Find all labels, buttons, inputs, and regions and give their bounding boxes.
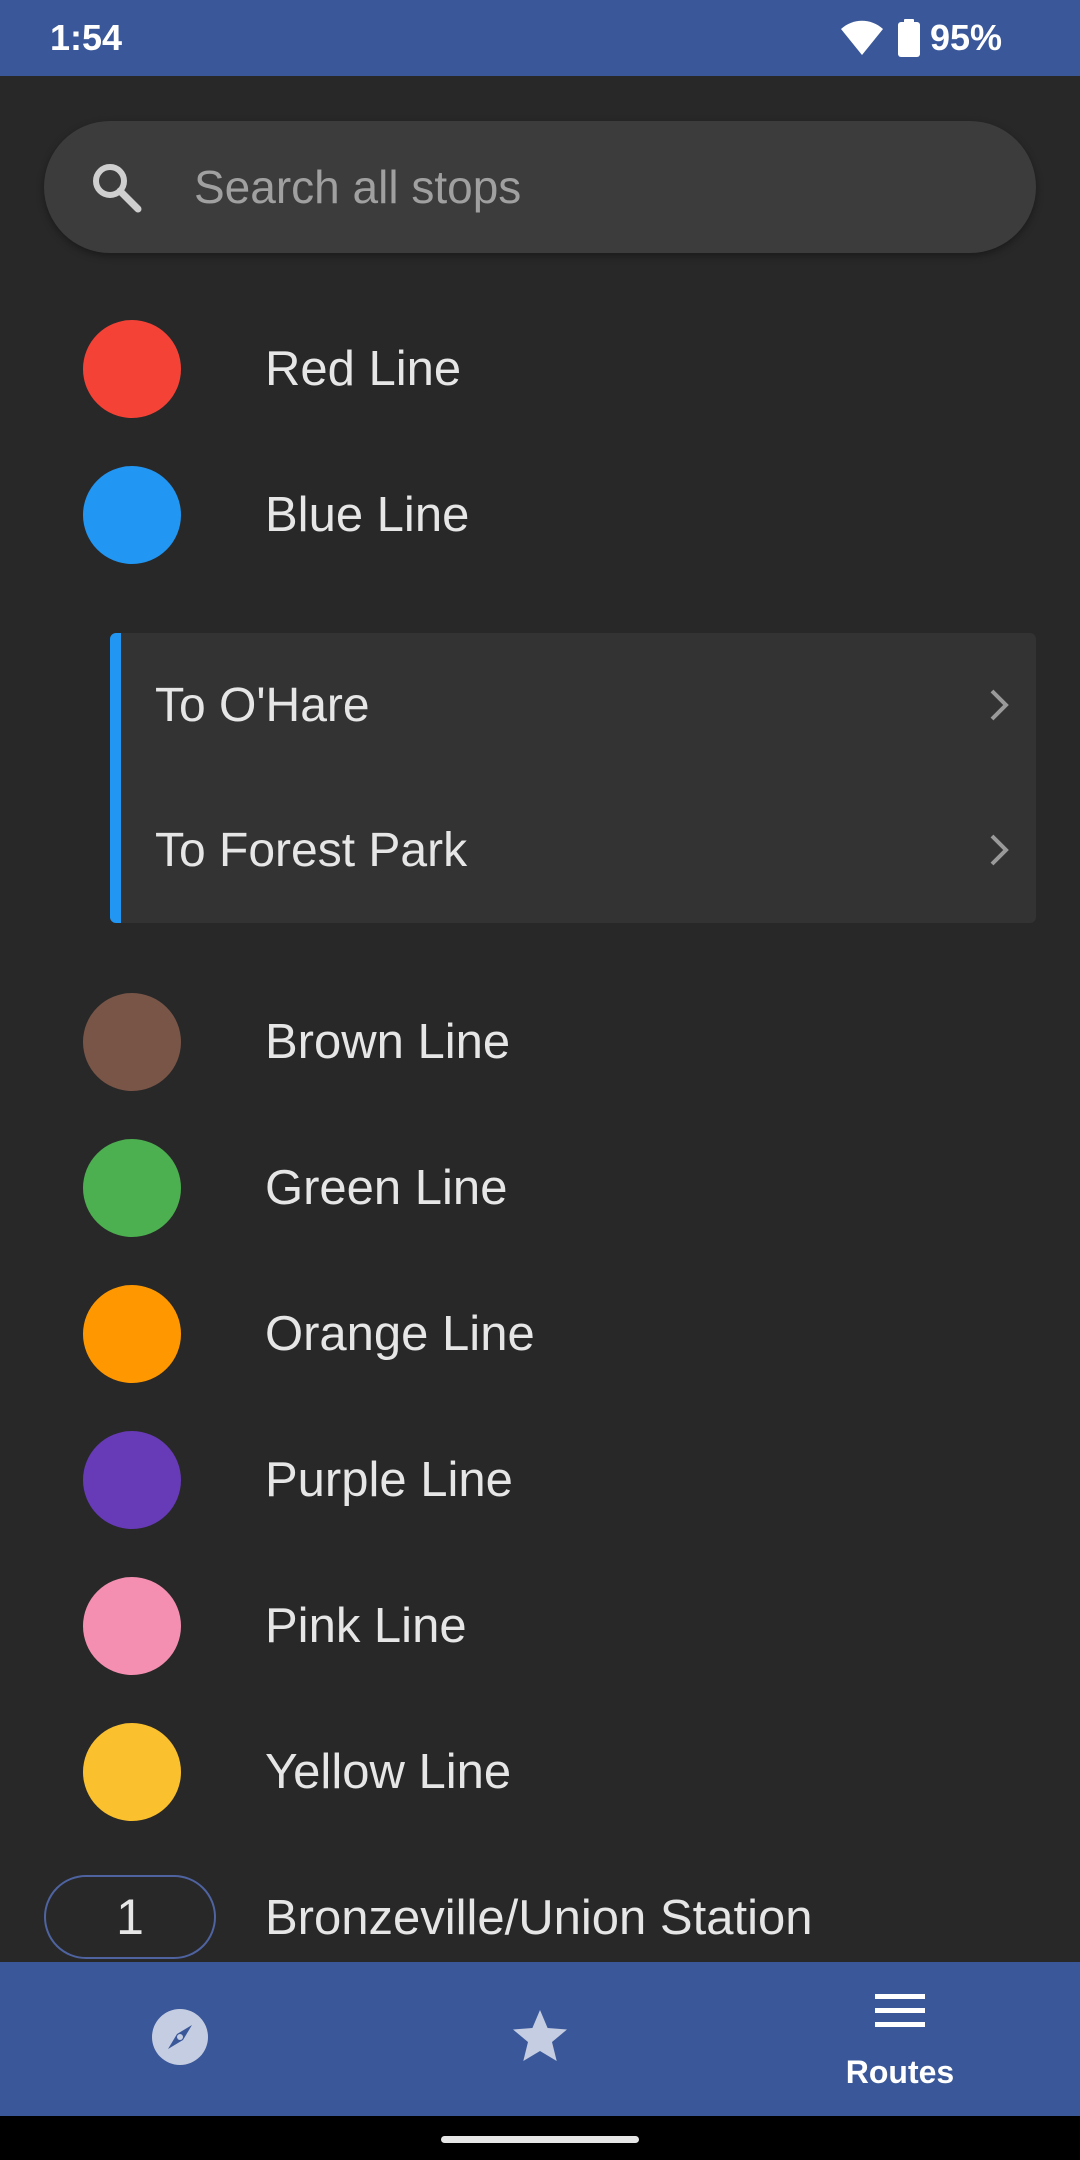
wifi-icon [840, 20, 884, 56]
route-item-red-line[interactable]: Red Line [0, 296, 1080, 442]
battery-percent: 95% [929, 17, 1002, 58]
route-item-bronzeville-union-station[interactable]: 1 Bronzeville/Union Station [0, 1845, 1080, 1962]
route-color-dot [83, 993, 181, 1091]
route-color-dot [83, 1285, 181, 1383]
route-label: Orange Line [265, 1307, 535, 1361]
route-item-purple-line[interactable]: Purple Line [0, 1407, 1080, 1553]
bottom-navigation: Routes [0, 1962, 1080, 2116]
route-number-badge: 1 [44, 1875, 216, 1959]
route-color-dot [83, 1577, 181, 1675]
route-item-brown-line[interactable]: Brown Line [0, 969, 1080, 1115]
routes-list[interactable]: Red Line Blue Line To O'Hare To Forest P… [0, 76, 1080, 1962]
route-label: Blue Line [265, 488, 470, 542]
route-color-dot [83, 320, 181, 418]
chevron-right-icon [978, 830, 1018, 870]
chevron-right-icon [978, 685, 1018, 725]
route-color-dot [83, 1139, 181, 1237]
status-bar: 1:54 95% [0, 0, 1080, 76]
route-label: Red Line [265, 342, 462, 396]
route-label: Yellow Line [265, 1745, 512, 1799]
route-color-dot [83, 1431, 181, 1529]
system-gesture-bar [0, 2116, 1080, 2160]
route-label: Brown Line [265, 1015, 511, 1069]
search-bar[interactable] [44, 121, 1036, 253]
direction-label: To O'Hare [155, 679, 370, 732]
nav-item-routes[interactable]: Routes [720, 1962, 1080, 2116]
route-label: Pink Line [265, 1599, 467, 1653]
home-gesture-handle[interactable] [441, 2136, 639, 2143]
route-item-yellow-line[interactable]: Yellow Line [0, 1699, 1080, 1845]
route-item-green-line[interactable]: Green Line [0, 1115, 1080, 1261]
search-input[interactable] [194, 121, 994, 253]
search-icon [88, 159, 144, 215]
route-label: Bronzeville/Union Station [265, 1891, 813, 1945]
route-item-blue-line[interactable]: Blue Line [0, 442, 1080, 588]
status-icons: 95% [840, 14, 1002, 62]
nav-item-favorites[interactable] [360, 1962, 720, 2116]
route-color-dot [83, 466, 181, 564]
menu-icon [870, 1984, 930, 2044]
route-label: Green Line [265, 1161, 508, 1215]
direction-item-to-forest-park[interactable]: To Forest Park [110, 778, 1036, 923]
direction-item-to-ohare[interactable]: To O'Hare [110, 633, 1036, 778]
route-color-dot [83, 1723, 181, 1821]
blue-line-directions-panel: To O'Hare To Forest Park [110, 633, 1036, 923]
status-time: 1:54 [50, 17, 123, 58]
nav-item-explore[interactable] [0, 1962, 360, 2116]
route-label: Purple Line [265, 1453, 513, 1507]
battery-icon [897, 19, 920, 57]
compass-icon [150, 2007, 210, 2067]
star-icon [510, 2007, 570, 2067]
nav-label-routes: Routes [845, 2054, 955, 2090]
route-item-pink-line[interactable]: Pink Line [0, 1553, 1080, 1699]
route-item-orange-line[interactable]: Orange Line [0, 1261, 1080, 1407]
direction-label: To Forest Park [155, 824, 468, 877]
